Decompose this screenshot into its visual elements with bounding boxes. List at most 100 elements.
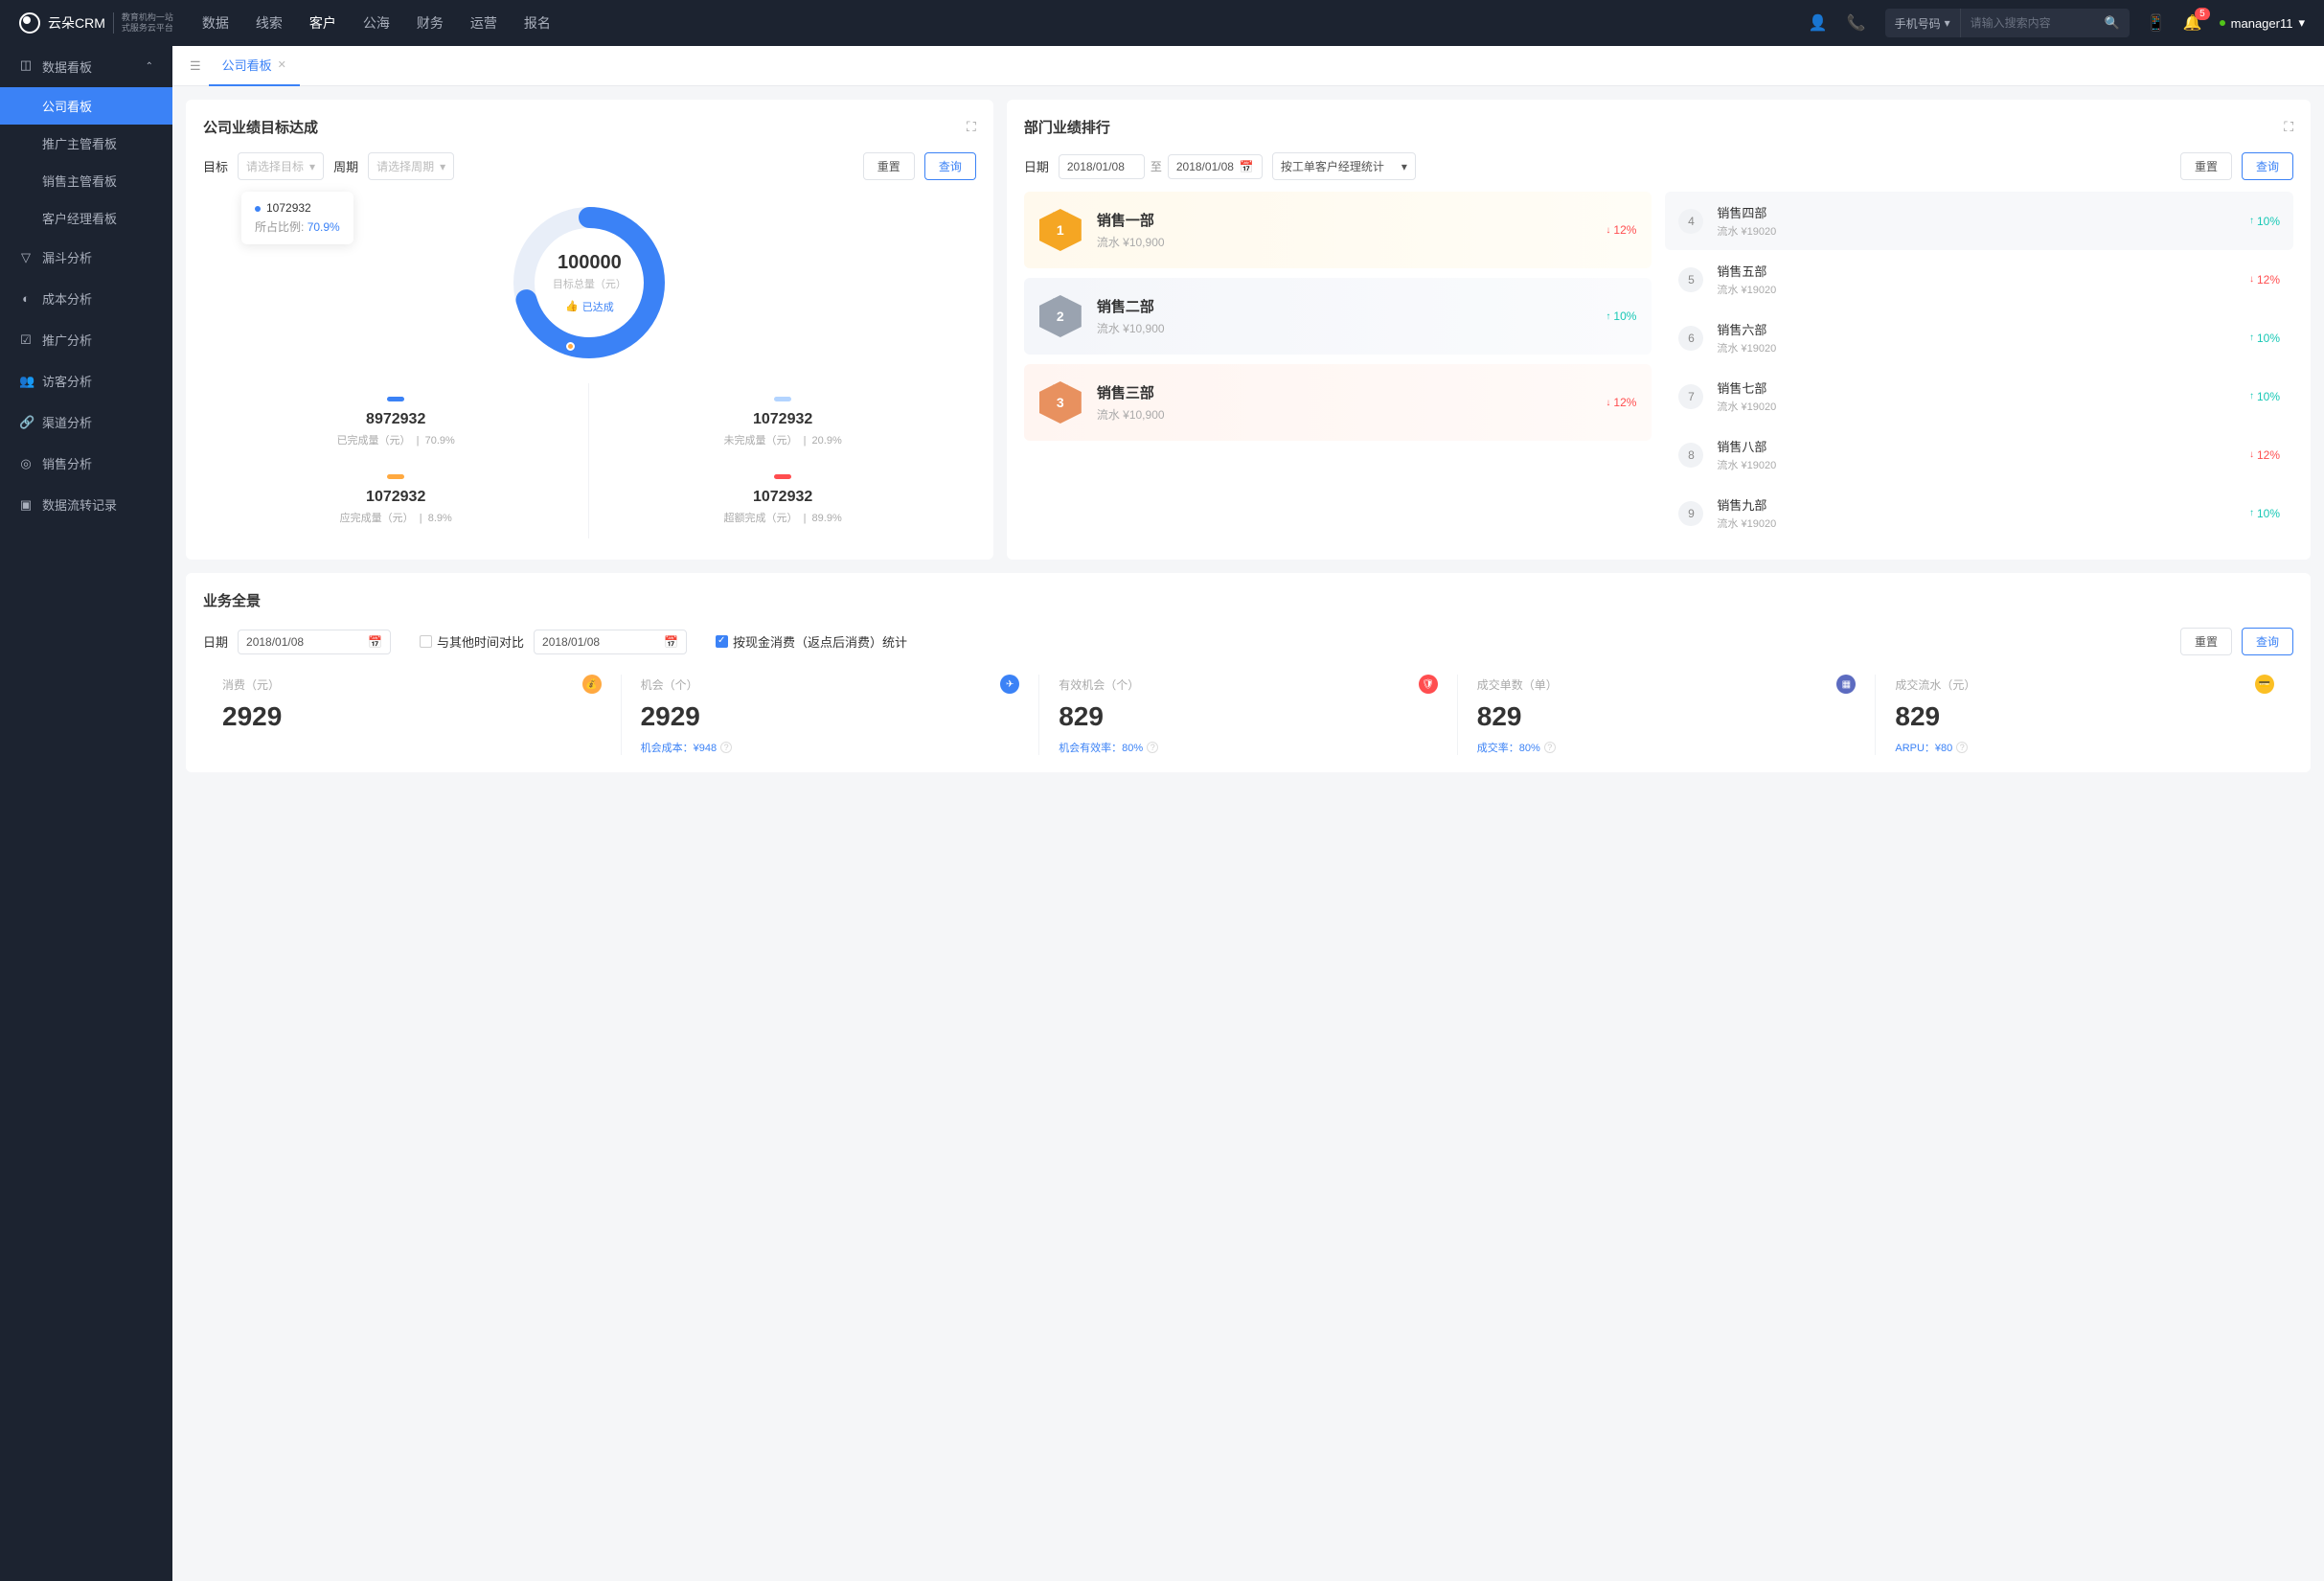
top-nav: 数据 线索 客户 公海 财务 运营 报名 bbox=[202, 13, 1809, 33]
medal-icon: 3 bbox=[1039, 381, 1082, 424]
reset-button[interactable]: 重置 bbox=[2180, 152, 2232, 180]
nav-数据[interactable]: 数据 bbox=[202, 13, 229, 33]
date-from-input[interactable]: 2018/01/08 bbox=[1059, 154, 1145, 179]
status-dot bbox=[2220, 20, 2225, 26]
sidebar-item-访客分析[interactable]: 👥访客分析 bbox=[0, 360, 172, 401]
compare-checkbox[interactable]: 与其他时间对比 bbox=[420, 632, 524, 651]
overview-item: 有效机会（个）🛡829机会有效率：80% ? bbox=[1039, 675, 1458, 755]
nav-运营[interactable]: 运营 bbox=[470, 13, 497, 33]
user-icon[interactable]: 👤 bbox=[1809, 13, 1828, 33]
sidebar-item-客户经理看板[interactable]: 客户经理看板 bbox=[0, 199, 172, 237]
target-select[interactable]: 请选择目标▾ bbox=[238, 152, 324, 180]
help-icon[interactable]: ? bbox=[1147, 742, 1158, 753]
tab-company-dashboard[interactable]: 公司看板✕ bbox=[209, 46, 300, 86]
mobile-icon[interactable]: 📱 bbox=[2147, 13, 2166, 33]
reset-button[interactable]: 重置 bbox=[863, 152, 915, 180]
sidebar-item-数据流转记录[interactable]: ▣数据流转记录 bbox=[0, 484, 172, 525]
tab-bar: ☰ 公司看板✕ bbox=[172, 46, 2324, 86]
user-menu[interactable]: manager11▾ bbox=[2220, 15, 2305, 31]
card-title: 业务全景 bbox=[203, 590, 261, 610]
metric-icon: 💳 bbox=[2255, 675, 2274, 694]
sidebar-item-渠道分析[interactable]: 🔗渠道分析 bbox=[0, 401, 172, 443]
nav-财务[interactable]: 财务 bbox=[417, 13, 444, 33]
query-button[interactable]: 查询 bbox=[2242, 152, 2293, 180]
sidebar-icon: ☑ bbox=[19, 332, 33, 348]
nav-报名[interactable]: 报名 bbox=[524, 13, 551, 33]
metric-icon: 💰 bbox=[582, 675, 602, 694]
podium-item-1: 1销售一部流水 ¥10,900↓12% bbox=[1024, 192, 1652, 268]
rank-item-5: 5销售五部流水 ¥19020↓12% bbox=[1665, 250, 2293, 309]
query-button[interactable]: 查询 bbox=[924, 152, 976, 180]
achieved-badge: 👍已达成 bbox=[565, 299, 614, 314]
search-button[interactable]: 🔍 bbox=[2095, 15, 2130, 31]
date-to-input[interactable]: 2018/01/08📅 bbox=[1168, 154, 1263, 179]
close-icon[interactable]: ✕ bbox=[278, 58, 286, 71]
sidebar-item-成本分析[interactable]: ◐成本分析 bbox=[0, 278, 172, 319]
period-select[interactable]: 请选择周期▾ bbox=[368, 152, 454, 180]
content-area: ☰ 公司看板✕ 公司业绩目标达成 ⛶ 目标 请选择目标▾ 周期 请选择周期 bbox=[172, 46, 2324, 1581]
sidebar-icon: ▣ bbox=[19, 497, 33, 513]
stat-item: 1072932应完成量（元） | 8.9% bbox=[203, 461, 589, 538]
metric-icon: ▦ bbox=[1836, 675, 1856, 694]
rank-item-4: 4销售四部流水 ¥19020↑10% bbox=[1665, 192, 2293, 250]
sidebar-icon: ◎ bbox=[19, 456, 33, 471]
logo-icon bbox=[19, 12, 40, 34]
sidebar-group-dashboard[interactable]: ◫数据看板 ⌃ bbox=[0, 46, 172, 87]
cash-checkbox[interactable]: 按现金消费（返点后消费）统计 bbox=[716, 632, 907, 651]
sidebar-item-销售主管看板[interactable]: 销售主管看板 bbox=[0, 162, 172, 199]
nav-客户[interactable]: 客户 bbox=[309, 13, 336, 33]
target-achievement-card: 公司业绩目标达成 ⛶ 目标 请选择目标▾ 周期 请选择周期▾ 重置 查询 bbox=[186, 100, 993, 560]
sidebar-item-漏斗分析[interactable]: ▽漏斗分析 bbox=[0, 237, 172, 278]
rank-item-6: 6销售六部流水 ¥19020↑10% bbox=[1665, 309, 2293, 367]
rank-item-7: 7销售七部流水 ¥19020↑10% bbox=[1665, 367, 2293, 425]
medal-icon: 2 bbox=[1039, 295, 1082, 337]
sidebar-item-公司看板[interactable]: 公司看板 bbox=[0, 87, 172, 125]
expand-icon[interactable]: ⛶ bbox=[967, 119, 976, 135]
sidebar-icon: 👥 bbox=[19, 374, 33, 389]
overview-item: 机会（个）✈2929机会成本：¥948 ? bbox=[622, 675, 1040, 755]
nav-线索[interactable]: 线索 bbox=[256, 13, 283, 33]
expand-icon[interactable]: ⛶ bbox=[2284, 119, 2293, 135]
nav-公海[interactable]: 公海 bbox=[363, 13, 390, 33]
metric-icon: 🛡 bbox=[1419, 675, 1438, 694]
date-input-2[interactable]: 2018/01/08📅 bbox=[534, 630, 687, 654]
date-input-1[interactable]: 2018/01/08📅 bbox=[238, 630, 391, 654]
chart-tooltip: 1072932 所占比例: 70.9% bbox=[241, 192, 353, 244]
sidebar-icon: 🔗 bbox=[19, 415, 33, 430]
search-type-select[interactable]: 手机号码▾ bbox=[1885, 9, 1961, 37]
reset-button[interactable]: 重置 bbox=[2180, 628, 2232, 655]
chart-icon: ◫ bbox=[19, 57, 33, 76]
query-button[interactable]: 查询 bbox=[2242, 628, 2293, 655]
sidebar-item-销售分析[interactable]: ◎销售分析 bbox=[0, 443, 172, 484]
podium-item-3: 3销售三部流水 ¥10,900↓12% bbox=[1024, 364, 1652, 441]
help-icon[interactable]: ? bbox=[1956, 742, 1968, 753]
notification-icon[interactable]: 🔔5 bbox=[2183, 13, 2202, 33]
logo-subtitle: 教育机构一站式服务云平台 bbox=[113, 12, 173, 34]
logo: 云朵CRM 教育机构一站式服务云平台 bbox=[19, 12, 173, 34]
search-input[interactable] bbox=[1961, 16, 2095, 30]
medal-icon: 1 bbox=[1039, 209, 1082, 251]
sidebar-icon: ◐ bbox=[19, 291, 33, 306]
phone-icon[interactable]: 📞 bbox=[1847, 13, 1866, 33]
department-rank-card: 部门业绩排行 ⛶ 日期 2018/01/08 至 2018/01/08📅 按工单… bbox=[1007, 100, 2311, 560]
donut-chart: 100000 目标总量（元） 👍已达成 bbox=[508, 201, 671, 364]
menu-toggle-icon[interactable]: ☰ bbox=[182, 58, 209, 74]
stat-item: 1072932未完成量（元） | 20.9% bbox=[589, 383, 975, 461]
sidebar-item-推广分析[interactable]: ☑推广分析 bbox=[0, 319, 172, 360]
overview-item: 成交流水（元）💳829ARPU：¥80 ? bbox=[1876, 675, 2293, 755]
rank-item-9: 9销售九部流水 ¥19020↑10% bbox=[1665, 484, 2293, 542]
overview-item: 成交单数（单）▦829成交率：80% ? bbox=[1458, 675, 1877, 755]
card-title: 部门业绩排行 bbox=[1024, 117, 1110, 137]
help-icon[interactable]: ? bbox=[1544, 742, 1556, 753]
top-header: 云朵CRM 教育机构一站式服务云平台 数据 线索 客户 公海 财务 运营 报名 👤 📞 手机… bbox=[0, 0, 2324, 46]
overview-item: 消费（元）💰2929 bbox=[203, 675, 622, 755]
search-box: 手机号码▾ 🔍 bbox=[1885, 9, 2130, 37]
chevron-up-icon: ⌃ bbox=[146, 61, 153, 72]
sidebar: ◫数据看板 ⌃ 公司看板推广主管看板销售主管看板客户经理看板 ▽漏斗分析◐成本分… bbox=[0, 46, 172, 1581]
sidebar-item-推广主管看板[interactable]: 推广主管看板 bbox=[0, 125, 172, 162]
stat-type-select[interactable]: 按工单客户经理统计▾ bbox=[1272, 152, 1416, 180]
help-icon[interactable]: ? bbox=[720, 742, 732, 753]
business-overview-card: 业务全景 日期 2018/01/08📅 与其他时间对比 2018/01/08📅 … bbox=[186, 573, 2311, 772]
logo-text: 云朵CRM bbox=[48, 13, 105, 33]
sidebar-icon: ▽ bbox=[19, 250, 33, 265]
